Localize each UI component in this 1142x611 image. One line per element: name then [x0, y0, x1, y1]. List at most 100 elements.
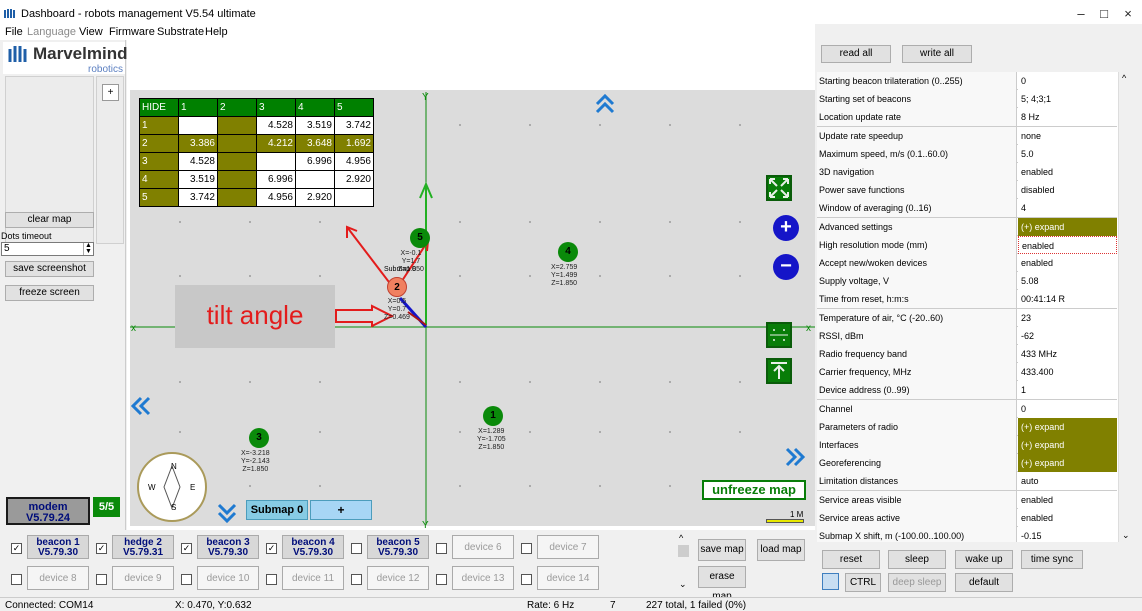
device-button[interactable]: device 10	[197, 566, 259, 590]
setting-value[interactable]: enabled	[1018, 490, 1117, 509]
setting-value[interactable]: enabled	[1018, 508, 1117, 527]
ctrl-button[interactable]: CTRL	[845, 573, 881, 592]
scroll-down-icon[interactable]	[216, 502, 238, 524]
device-checkbox[interactable]	[436, 574, 447, 585]
unfreeze-map-button[interactable]: unfreeze map	[702, 480, 806, 500]
device-button[interactable]: device 6	[452, 535, 514, 559]
device-checkbox[interactable]	[436, 543, 447, 554]
scroll-thumb[interactable]	[678, 545, 689, 557]
device-button[interactable]: device 14	[537, 566, 599, 590]
write-all-button[interactable]: write all	[902, 45, 972, 63]
setting-value[interactable]: enabled	[1018, 235, 1117, 254]
setting-value[interactable]: 433 MHz	[1018, 345, 1117, 363]
setting-value[interactable]: disabled	[1018, 181, 1117, 200]
device-scrollbar[interactable]: ^ ⌄	[677, 533, 691, 593]
device-checkbox[interactable]: ✓	[96, 543, 107, 554]
setting-value[interactable]: 8 Hz	[1018, 108, 1117, 127]
modem-button[interactable]: modem V5.79.24	[6, 497, 90, 525]
fit-view-button[interactable]	[766, 175, 792, 201]
setting-value[interactable]: none	[1018, 126, 1117, 145]
scroll-up-arrow-icon[interactable]: ^	[1122, 73, 1126, 83]
scroll-down-arrow-icon[interactable]: ⌄	[679, 579, 687, 590]
sleep-button[interactable]: sleep	[888, 550, 946, 569]
setting-value[interactable]: -0.15	[1018, 527, 1117, 542]
setting-value[interactable]: 0	[1018, 72, 1117, 90]
setting-value[interactable]: 433.400	[1018, 363, 1117, 382]
device-checkbox[interactable]	[351, 574, 362, 585]
expand-value[interactable]: (+) expand	[1018, 454, 1117, 473]
setting-value[interactable]: 23	[1018, 308, 1117, 327]
setting-value[interactable]: 4	[1018, 199, 1117, 218]
device-button[interactable]: device 12	[367, 566, 429, 590]
device-checkbox[interactable]: ✓	[181, 543, 192, 554]
default-button[interactable]: default	[955, 573, 1013, 592]
beacon-marker-3[interactable]: 3	[249, 428, 269, 448]
hide-toggle[interactable]: HIDE	[139, 98, 179, 117]
device-button[interactable]: beacon 5 V5.79.30	[367, 535, 429, 559]
device-button[interactable]: device 13	[452, 566, 514, 590]
ctrl-toggle[interactable]	[822, 573, 839, 590]
beacon-marker-4[interactable]: 4	[558, 242, 578, 262]
device-checkbox[interactable]	[521, 574, 532, 585]
device-checkbox[interactable]	[181, 574, 192, 585]
time-sync-button[interactable]: time sync	[1021, 550, 1083, 569]
scroll-up-icon[interactable]	[594, 93, 616, 115]
settings-scrollbar[interactable]: ^ ⌄	[1118, 72, 1132, 542]
device-checkbox[interactable]: ✓	[11, 543, 22, 554]
deep-sleep-button[interactable]: deep sleep	[888, 573, 946, 592]
device-checkbox[interactable]: ✓	[266, 543, 277, 554]
expand-value[interactable]: (+) expand	[1018, 217, 1117, 236]
device-checkbox[interactable]	[266, 574, 277, 585]
grid-toggle-button[interactable]	[766, 322, 792, 348]
scroll-left-icon[interactable]	[130, 395, 152, 417]
setting-value[interactable]: enabled	[1018, 163, 1117, 181]
close-icon[interactable]: ×	[1118, 6, 1138, 21]
setting-value[interactable]: enabled	[1018, 254, 1117, 272]
add-submap-button[interactable]: +	[310, 500, 372, 520]
device-button[interactable]: device 7	[537, 535, 599, 559]
device-slot-6: device 6	[432, 533, 517, 559]
scroll-up-arrow-icon[interactable]: ^	[679, 533, 683, 543]
read-all-button[interactable]: read all	[821, 45, 891, 63]
beacon-marker-1[interactable]: 1	[483, 406, 503, 426]
device-checkbox[interactable]	[521, 543, 532, 554]
submap-button[interactable]: Submap 0	[246, 500, 308, 520]
device-button[interactable]: device 8	[27, 566, 89, 590]
setting-value[interactable]: 1	[1018, 381, 1117, 400]
device-button[interactable]: beacon 3 V5.79.30	[197, 535, 259, 559]
up-arrow-button[interactable]	[766, 358, 792, 384]
zoom-out-button[interactable]: −	[773, 254, 799, 280]
load-map-button[interactable]: load map	[757, 539, 805, 561]
scroll-down-arrow-icon[interactable]: ⌄	[1122, 530, 1130, 541]
setting-value[interactable]: 00:41:14 R	[1018, 290, 1117, 309]
expand-value[interactable]: (+) expand	[1018, 436, 1117, 454]
setting-value[interactable]: 5.08	[1018, 272, 1117, 291]
device-button[interactable]: device 11	[282, 566, 344, 590]
scroll-right-icon[interactable]	[784, 446, 806, 468]
setting-key: Submap X shift, m (-100.00..100.00)	[817, 527, 1017, 542]
maximize-icon[interactable]: □	[1094, 6, 1114, 21]
device-button[interactable]: beacon 1 V5.79.30	[27, 535, 89, 559]
table-cell	[178, 116, 218, 135]
setting-value[interactable]: 5.0	[1018, 144, 1117, 163]
setting-value[interactable]: -62	[1018, 326, 1117, 345]
expand-value[interactable]: (+) expand	[1018, 417, 1117, 436]
setting-value[interactable]: auto	[1018, 472, 1117, 491]
erase-map-button[interactable]: erase map	[698, 566, 746, 602]
setting-key: RSSI, dBm	[817, 326, 1017, 345]
reset-button[interactable]: reset	[822, 550, 880, 569]
device-button[interactable]: hedge 2 V5.79.31	[112, 535, 174, 559]
setting-value[interactable]: 5; 4;3;1	[1018, 90, 1117, 109]
zoom-in-button[interactable]: +	[773, 215, 799, 241]
device-checkbox[interactable]	[11, 574, 22, 585]
device-checkbox[interactable]	[96, 574, 107, 585]
device-button[interactable]: beacon 4 V5.79.30	[282, 535, 344, 559]
save-map-button[interactable]: save map	[698, 539, 746, 561]
beacon-marker-5[interactable]: 5	[410, 228, 430, 248]
device-button[interactable]: device 9	[112, 566, 174, 590]
setting-value[interactable]: 0	[1018, 399, 1117, 418]
wake-up-button[interactable]: wake up	[955, 550, 1013, 569]
hedge-marker-2[interactable]: 2	[387, 277, 407, 297]
device-checkbox[interactable]	[351, 543, 362, 554]
minimize-icon[interactable]: –	[1071, 6, 1091, 21]
